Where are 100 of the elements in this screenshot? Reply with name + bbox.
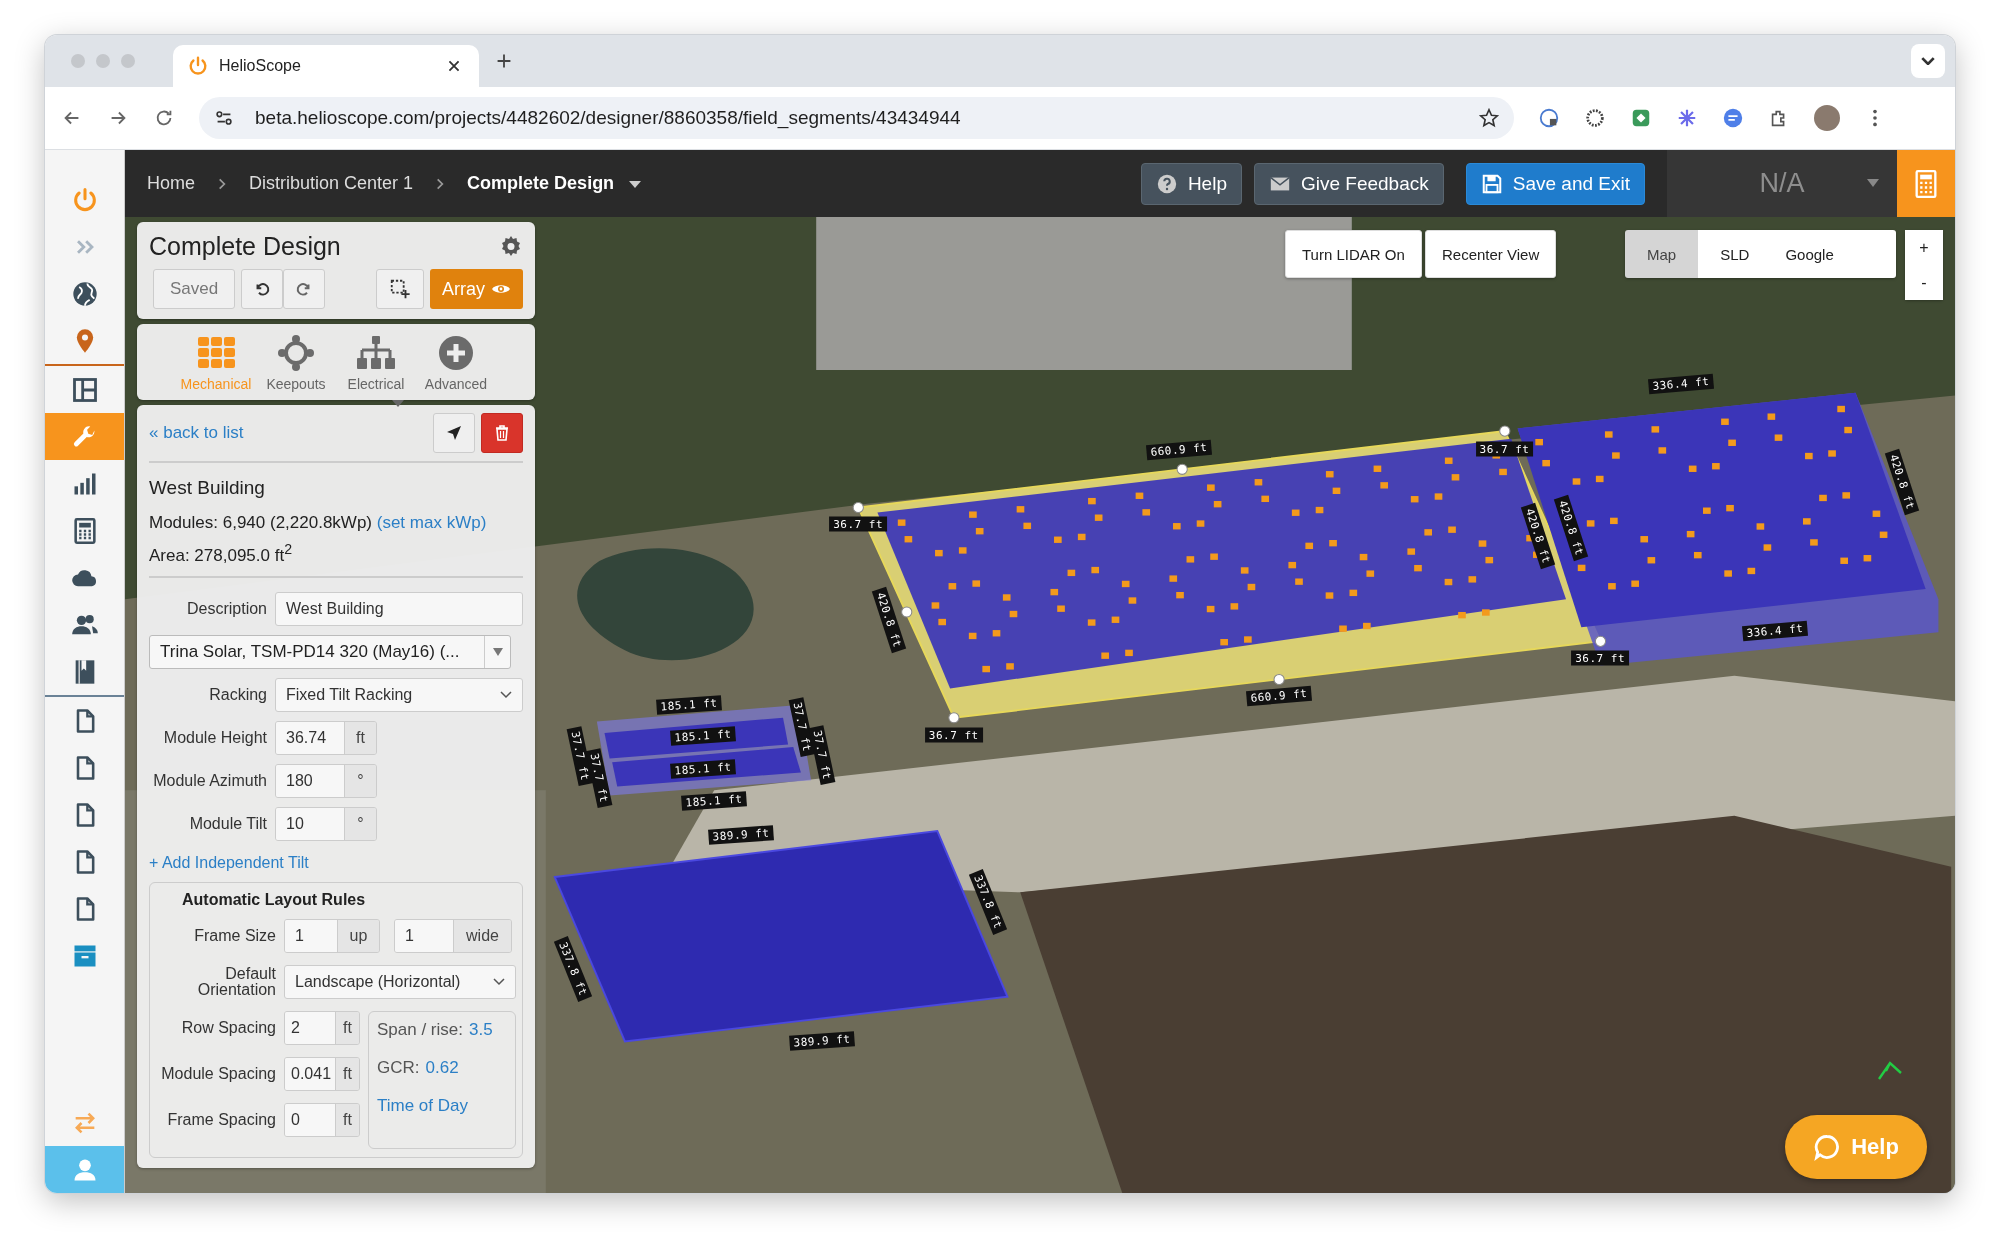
span-rise-value: 3.5: [469, 1019, 493, 1040]
input-value: 2: [285, 1011, 335, 1044]
tab-list-button[interactable]: [1911, 44, 1945, 78]
extension-icon[interactable]: [1538, 107, 1560, 129]
map-layer-tab[interactable]: Google: [1771, 230, 1897, 278]
navigation-arrow-icon: [446, 425, 462, 441]
window-control-dot[interactable]: [121, 54, 135, 68]
eye-icon: [491, 282, 511, 296]
chevron-down-icon: [1921, 57, 1935, 65]
panel-tab[interactable]: Advanced: [418, 334, 494, 392]
map-layer-tab[interactable]: Map: [1625, 230, 1699, 278]
extension-icon[interactable]: [1584, 107, 1606, 129]
input-value: 36.74: [276, 721, 344, 754]
unit-label: °: [344, 807, 376, 840]
breadcrumb-link[interactable]: Home: [147, 173, 195, 194]
caret-icon: [1867, 179, 1879, 187]
input-value: 10: [276, 807, 344, 840]
crosshair-icon: [275, 334, 317, 372]
zoom-in-button[interactable]: +: [1905, 230, 1943, 265]
feedback-button[interactable]: Give Feedback: [1253, 162, 1444, 205]
add-tilt-link[interactable]: + Add Independent Tilt: [149, 853, 523, 872]
input-value: 0: [285, 1103, 335, 1136]
modules-summary: Modules: 6,940 (2,220.8kWp) (set max kWp): [149, 513, 488, 533]
saved-button[interactable]: Saved: [153, 269, 236, 309]
field-label: Module Azimuth: [152, 771, 267, 790]
segment-name: West Building: [149, 477, 266, 499]
chevron-down-icon: [500, 690, 512, 699]
unit-input-field[interactable]: 1 up: [284, 918, 380, 953]
delete-button[interactable]: [481, 413, 523, 453]
orientation-select[interactable]: Landscape (Horizontal): [284, 964, 516, 999]
breadcrumb-link[interactable]: Complete Design: [467, 173, 615, 194]
field-label: Module Tilt: [188, 814, 267, 833]
select-value: Trina Solar, TSM-PD14 320 (May16) (...: [160, 641, 461, 662]
zoom-out-button[interactable]: -: [1905, 265, 1943, 300]
field-label: Racking: [208, 685, 267, 704]
window-control-dot[interactable]: [71, 54, 85, 68]
design-title: Complete Design: [149, 232, 341, 261]
selection-add-icon: [389, 278, 411, 300]
locate-button[interactable]: [433, 413, 475, 453]
breadcrumb-link[interactable]: Distribution Center 1: [249, 173, 414, 194]
selector-value: N/A: [1759, 168, 1805, 199]
select-area-button[interactable]: [376, 269, 424, 309]
trash-icon: [494, 425, 510, 441]
dimension-label: 36.7 ft: [1571, 650, 1630, 666]
set-max-link[interactable]: (set max kWp): [376, 513, 487, 532]
save-button[interactable]: Save and Exit: [1465, 162, 1645, 205]
power-icon: [187, 55, 209, 77]
calculator-icon: [1914, 169, 1938, 198]
browser-tab[interactable]: HelioScope: [173, 45, 479, 87]
hierarchy-icon: [355, 334, 397, 372]
input-value: 1: [285, 919, 337, 952]
dropdown-arrow-icon: [492, 647, 503, 656]
unit-input-field[interactable]: 0 ft: [284, 1102, 360, 1137]
unit-input-field[interactable]: 0.041 ft: [284, 1056, 360, 1091]
unit-label: °: [344, 764, 376, 797]
dimension-label: 36.7 ft: [829, 516, 888, 532]
unit-input-field[interactable]: 10 °: [275, 806, 377, 841]
recenter-button[interactable]: Recenter View: [1425, 230, 1557, 278]
question-icon: [1155, 172, 1178, 195]
help-button[interactable]: Help: [1140, 162, 1242, 205]
avatar-circle[interactable]: [1814, 105, 1840, 131]
unit-input-field[interactable]: 1 wide: [394, 918, 512, 953]
description-input[interactable]: West Building: [275, 591, 523, 626]
map-layer-tab[interactable]: SLD: [1698, 230, 1772, 278]
back-link[interactable]: « back to list: [149, 423, 244, 443]
section-title: Automatic Layout Rules: [182, 890, 367, 909]
caret-icon[interactable]: [628, 178, 643, 189]
unit-input-field[interactable]: 180 °: [275, 763, 377, 798]
panel-tab[interactable]: Electrical: [338, 334, 414, 392]
url-text: beta.helioscope.com/projects/4482602/designer/8860358/field_segments/43434944: [255, 107, 962, 129]
chat-bubble-icon: [1813, 1133, 1842, 1161]
field-label: Frame Size: [193, 927, 276, 944]
undo-button[interactable]: [241, 269, 284, 309]
star-icon[interactable]: [1478, 107, 1500, 129]
time-of-day-link[interactable]: Time of Day: [377, 1095, 507, 1116]
input-value: 0.041: [285, 1057, 335, 1090]
panel-tab[interactable]: Keepouts: [258, 334, 334, 392]
input-value: 180: [276, 764, 344, 797]
window-control-dot[interactable]: [96, 54, 110, 68]
gcr-label: GCR:: [377, 1057, 420, 1078]
dimension-label: 36.7 ft: [1475, 441, 1534, 457]
unit-label: wide: [453, 919, 511, 952]
unit-label: ft: [344, 721, 376, 754]
unit-input-field[interactable]: 36.74 ft: [275, 720, 377, 755]
address-bar[interactable]: beta.helioscope.com/projects/4482602/designer/8860358/field_segments/43434944: [199, 97, 1514, 139]
redo-button[interactable]: [283, 269, 326, 309]
select-value: Fixed Tilt Racking: [286, 685, 413, 704]
field-label: Default Orientation: [196, 965, 276, 998]
project-selector[interactable]: N/A: [1667, 150, 1897, 217]
lidar-button[interactable]: Turn LIDAR On: [1285, 230, 1422, 278]
tab-title: HelioScope: [219, 57, 302, 75]
module-select[interactable]: Trina Solar, TSM-PD14 320 (May16) (...: [149, 634, 511, 669]
pointer-caret-icon: [392, 400, 404, 407]
arrow-marker-icon: [1877, 1059, 1903, 1081]
unit-input-field[interactable]: 2 ft: [284, 1010, 360, 1045]
input-value: 1: [395, 919, 453, 952]
extension-icon[interactable]: [1676, 107, 1698, 129]
area-summary: Area: 278,095.0 ft$^{2}$: [149, 541, 294, 566]
unit-label: ft: [335, 1103, 359, 1136]
racking-select[interactable]: Fixed Tilt Racking: [275, 677, 523, 712]
